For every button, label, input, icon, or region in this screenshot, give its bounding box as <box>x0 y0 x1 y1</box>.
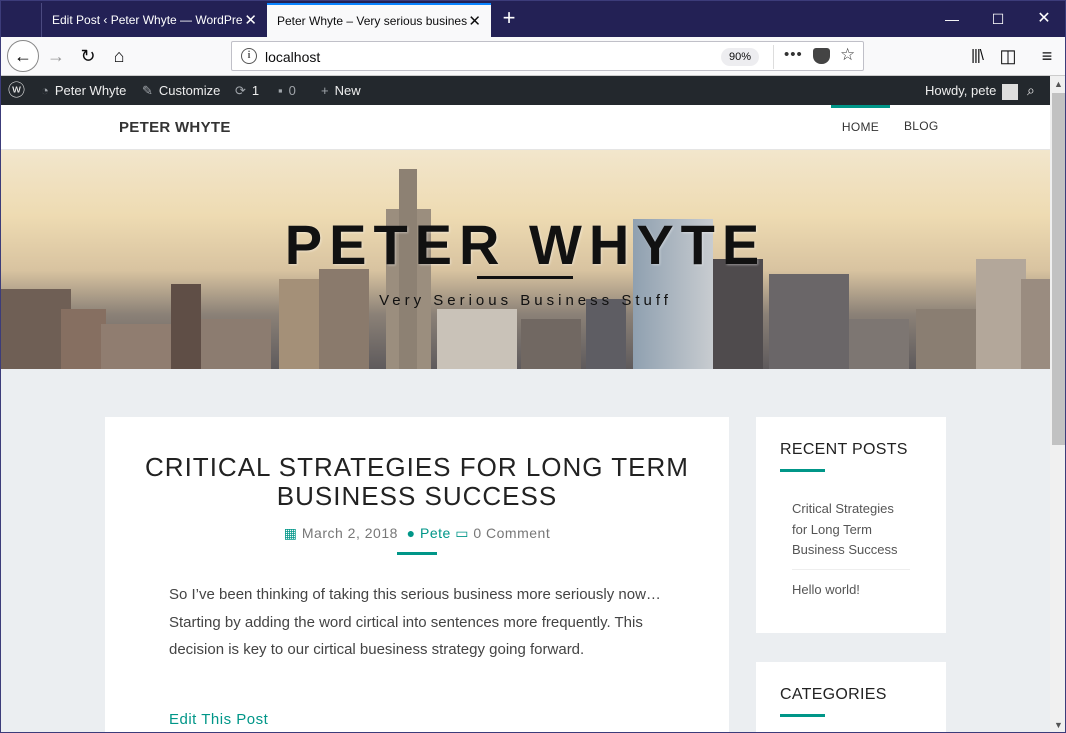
post-date[interactable]: March 2, 2018 <box>302 525 398 541</box>
site-brand[interactable]: PETER WHYTE <box>119 119 231 136</box>
maximize-icon[interactable]: ☐ <box>975 1 1021 37</box>
edit-post-link[interactable]: Edit This Post <box>169 711 268 728</box>
menu-home[interactable]: HOME <box>831 105 890 150</box>
updates-count: 1 <box>251 83 260 98</box>
building-shape <box>916 309 976 369</box>
building-shape <box>201 319 271 369</box>
dashboard-icon: ◔ <box>41 83 49 98</box>
post-author[interactable]: Pete <box>420 525 451 541</box>
zoom-badge[interactable]: 90% <box>721 48 760 66</box>
recent-posts-list: Critical Strategies for Long Term Busine… <box>792 499 910 618</box>
tab-title: Edit Post ‹ Peter Whyte — WordPress <box>52 13 242 27</box>
admin-new-label: New <box>334 83 361 98</box>
site-header: PETER WHYTE HOME BLOG <box>1 105 1050 150</box>
recent-posts-widget: RECENT POSTS Critical Strategies for Lon… <box>756 417 946 633</box>
calendar-icon: ▦ <box>283 525 298 541</box>
post-excerpt: So I’ve been thinking of taking this ser… <box>169 586 661 658</box>
hero-banner: PETER WHYTE Very Serious Business Stuff <box>1 150 1050 369</box>
back-arrow-icon[interactable]: ← <box>7 40 39 72</box>
comments-count: 0 <box>288 83 296 98</box>
brush-icon: ✎ <box>142 83 153 98</box>
sidebar-icon[interactable]: ◫ <box>993 42 1023 70</box>
hero-subtitle: Very Serious Business Stuff <box>379 292 672 309</box>
divider <box>773 45 774 69</box>
url-text[interactable]: localhost <box>265 49 320 65</box>
reload-icon[interactable]: ↻ <box>73 42 103 70</box>
info-icon[interactable]: i <box>241 48 257 64</box>
building-shape <box>61 309 106 369</box>
scroll-down-icon[interactable]: ▼ <box>1050 717 1065 732</box>
page-scrollbar[interactable]: ▲ ▼ <box>1050 76 1065 732</box>
building-shape <box>849 319 909 369</box>
more-actions-icon[interactable]: ••• <box>784 46 803 63</box>
admin-site-name-label: Peter Whyte <box>54 83 127 98</box>
plus-icon: + <box>321 83 329 98</box>
building-shape <box>319 269 369 369</box>
scroll-up-icon[interactable]: ▲ <box>1050 76 1065 93</box>
building-shape <box>101 324 171 369</box>
wp-admin-bar: ⓦ ◔ Peter Whyte ✎ Customize ⟳ 1 ▪ 0 + New How… <box>1 76 1050 105</box>
building-shape <box>521 319 581 369</box>
close-tab-icon[interactable]: ✕ <box>244 11 257 29</box>
updates-icon: ⟳ <box>235 83 246 98</box>
post-title[interactable]: CRITICAL STRATEGIES FOR LONG TERM BUSINE… <box>145 453 689 511</box>
comments-icon: ▭ <box>455 525 469 541</box>
site-page: PETER WHYTE HOME BLOG PETER WHYTE Very S… <box>1 105 1050 732</box>
admin-account[interactable]: Howdy, pete <box>925 76 1019 105</box>
home-icon[interactable]: ⌂ <box>104 42 134 70</box>
post-card: CRITICAL STRATEGIES FOR LONG TERM BUSINE… <box>105 417 729 732</box>
widget-title: CATEGORIES <box>780 686 887 703</box>
browser-window: Edit Post ‹ Peter Whyte — WordPress ✕ Pe… <box>0 0 1066 733</box>
comment-icon: ▪ <box>278 83 283 98</box>
admin-site-name[interactable]: ◔ Peter Whyte <box>41 76 126 105</box>
hero-divider <box>477 276 573 279</box>
categories-widget: CATEGORIES <box>756 662 946 732</box>
close-tab-icon[interactable]: ✕ <box>468 12 481 30</box>
admin-updates[interactable]: ⟳ 1 <box>235 76 259 105</box>
library-icon[interactable]: |||\ <box>962 42 992 70</box>
tab-strip: Edit Post ‹ Peter Whyte — WordPress ✕ Pe… <box>1 1 1065 37</box>
admin-customize-label: Customize <box>158 83 221 98</box>
widget-title-underline <box>780 714 825 717</box>
building-shape <box>437 309 517 369</box>
scrollbar-thumb[interactable] <box>1052 93 1065 445</box>
tab-site[interactable]: Peter Whyte – Very serious business ✕ <box>267 3 491 37</box>
widget-title: RECENT POSTS <box>780 441 908 458</box>
howdy-label: Howdy, pete <box>925 83 997 98</box>
avatar <box>1002 83 1019 100</box>
plus-icon[interactable]: + <box>497 5 521 33</box>
user-icon: ● <box>402 525 416 541</box>
wordpress-logo-icon[interactable]: ⓦ <box>8 76 25 105</box>
url-bar[interactable]: i localhost 90% ••• ☆ <box>231 41 864 71</box>
post-meta: ▦ March 2, 2018 ● Pete ▭ 0 Comment <box>105 525 729 542</box>
tab-edit-post[interactable]: Edit Post ‹ Peter Whyte — WordPress ✕ <box>41 3 267 37</box>
tab-title: Peter Whyte – Very serious business <box>277 14 467 28</box>
post-comments[interactable]: 0 Comment <box>473 525 550 541</box>
search-icon[interactable]: ⌕ <box>1027 76 1035 105</box>
admin-new[interactable]: + New <box>321 76 361 105</box>
list-item[interactable]: Critical Strategies for Long Term Busine… <box>792 499 910 570</box>
bookmark-star-icon[interactable]: ☆ <box>840 45 855 65</box>
forward-arrow-icon[interactable]: → <box>41 42 71 70</box>
building-shape <box>769 274 849 369</box>
minimize-icon[interactable]: — <box>929 1 975 37</box>
admin-customize[interactable]: ✎ Customize <box>142 76 220 105</box>
hero-title: PETER WHYTE <box>284 213 767 276</box>
menu-blog[interactable]: BLOG <box>904 105 939 150</box>
navigation-toolbar: ← → ↻ ⌂ i localhost 90% ••• ☆ |||\ ◫ ≡ <box>1 37 1065 76</box>
hamburger-menu-icon[interactable]: ≡ <box>1032 42 1062 70</box>
close-icon[interactable]: ✕ <box>1021 1 1065 37</box>
building-shape <box>586 299 626 369</box>
admin-comments[interactable]: ▪ 0 <box>278 76 296 105</box>
widget-title-underline <box>780 469 825 472</box>
post-title-underline <box>397 552 437 555</box>
list-item[interactable]: Hello world! <box>792 580 910 609</box>
pocket-icon[interactable] <box>813 48 830 64</box>
